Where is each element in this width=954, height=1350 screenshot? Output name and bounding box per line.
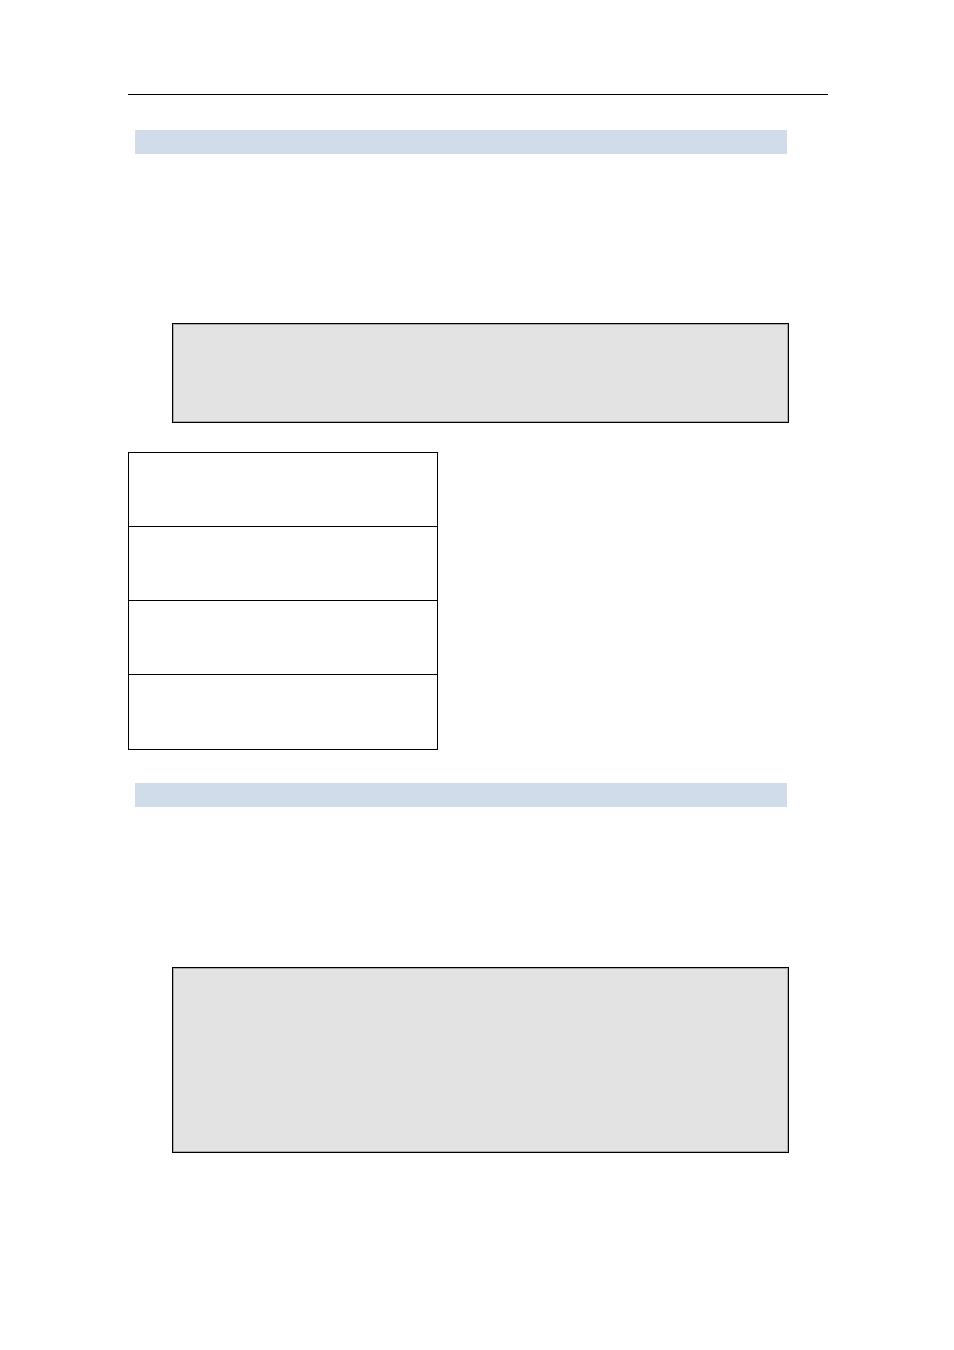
table-row bbox=[129, 527, 437, 601]
table-row bbox=[129, 675, 437, 749]
section-heading-1 bbox=[135, 130, 787, 154]
section-heading-2 bbox=[135, 783, 787, 807]
table-row bbox=[129, 453, 437, 527]
header-rule bbox=[128, 94, 828, 95]
spec-table bbox=[128, 452, 438, 750]
page-container bbox=[0, 0, 954, 1350]
code-block-2 bbox=[172, 967, 789, 1153]
table-row bbox=[129, 601, 437, 675]
code-block-1 bbox=[172, 323, 789, 423]
